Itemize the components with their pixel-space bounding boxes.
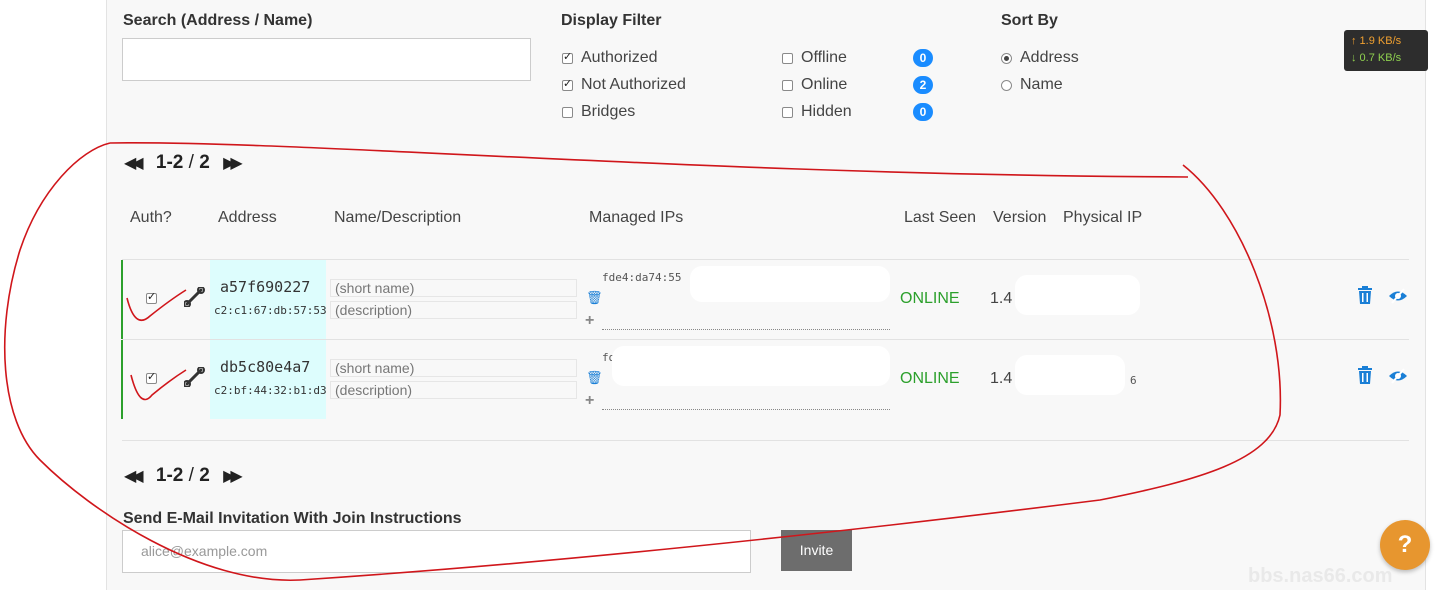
redaction-blur — [612, 346, 890, 386]
pager-separator: / — [188, 152, 194, 173]
next-page-icon[interactable]: ▶▶ — [223, 468, 242, 485]
member-mac: c2:bf:44:32:b1:d3 — [214, 384, 327, 397]
pager-total: 2 — [199, 465, 210, 486]
invite-email-input[interactable]: alice@example.com — [122, 530, 751, 573]
filter-online-label: Online — [801, 76, 848, 93]
row-status-accent — [121, 340, 123, 419]
filter-bridges-label: Bridges — [581, 103, 636, 120]
sort-name-label: Name — [1020, 76, 1063, 93]
header-address[interactable]: Address — [218, 209, 277, 227]
filter-offline-label: Offline — [801, 49, 847, 66]
add-ip-icon[interactable]: + — [585, 392, 594, 410]
filter-not-authorized-label: Not Authorized — [581, 76, 686, 93]
online-count-badge: 2 — [913, 76, 933, 94]
authorize-checkbox[interactable] — [146, 370, 157, 384]
member-address: db5c80e4a7 — [220, 358, 311, 376]
address-cell — [210, 260, 326, 339]
sort-address-radio[interactable] — [1001, 53, 1012, 64]
bridge-wrench-icon[interactable] — [183, 286, 206, 312]
delete-member-icon[interactable] — [1357, 286, 1373, 309]
add-ip-icon[interactable]: + — [585, 312, 594, 330]
pager-top: ◀◀ 1-2 / 2 ▶▶ — [124, 152, 243, 174]
search-label: Search (Address / Name) — [123, 12, 313, 29]
address-cell — [210, 340, 326, 419]
header-name[interactable]: Name/Description — [334, 209, 461, 227]
sort-address-label: Address — [1020, 49, 1079, 66]
member-mac: c2:c1:67:db:57:53 — [214, 304, 327, 317]
filter-hidden-checkbox[interactable] — [782, 107, 793, 118]
hidden-count-badge: 0 — [913, 103, 933, 121]
filter-authorized-checkbox[interactable] — [562, 50, 573, 64]
network-speed-widget: ↑ 1.9 KB/s ↓ 0.7 KB/s — [1344, 30, 1428, 71]
header-last-seen: Last Seen — [904, 209, 977, 226]
online-status: ONLINE — [900, 290, 960, 307]
bridge-wrench-icon[interactable] — [183, 366, 206, 392]
pager-range: 1-2 — [155, 152, 184, 173]
header-managed-ips: Managed IPs — [589, 209, 684, 226]
hide-member-icon[interactable] — [1388, 287, 1408, 310]
member-version: 1.4 — [990, 290, 1013, 307]
upload-speed: ↑ 1.9 KB/s — [1351, 35, 1402, 47]
sort-by-label: Sort By — [1001, 12, 1058, 29]
filter-online-checkbox[interactable] — [782, 80, 793, 91]
add-ip-field[interactable] — [602, 409, 890, 410]
pager-total: 2 — [199, 152, 210, 173]
invite-button[interactable]: Invite — [781, 530, 852, 571]
pager-range: 1-2 — [155, 465, 184, 486]
header-auth[interactable]: Auth? — [130, 209, 172, 227]
search-input[interactable] — [122, 38, 531, 81]
filter-bridges-checkbox[interactable] — [562, 107, 573, 118]
short-name-input[interactable]: (short name) — [330, 279, 577, 297]
next-page-icon[interactable]: ▶▶ — [223, 155, 242, 172]
offline-count-badge: 0 — [913, 49, 933, 67]
member-version: 1.4 — [990, 370, 1013, 387]
prev-page-icon[interactable]: ◀◀ — [124, 155, 143, 172]
delete-ip-icon[interactable]: 🗑 — [586, 370, 603, 386]
pager-separator: / — [188, 465, 194, 486]
description-input[interactable]: (description) — [330, 381, 577, 399]
redaction-blur — [1015, 275, 1140, 315]
header-version: Version — [993, 209, 1047, 226]
filter-hidden-label: Hidden — [801, 103, 852, 120]
filter-offline-checkbox[interactable] — [782, 53, 793, 64]
watermark: bbs.nas66.com — [1248, 565, 1393, 587]
physical-ip: 6 — [1130, 374, 1137, 387]
help-button[interactable]: ? — [1380, 520, 1430, 570]
header-physical-ip: Physical IP — [1063, 209, 1143, 226]
description-input[interactable]: (description) — [330, 301, 577, 319]
table-divider — [122, 440, 1409, 441]
short-name-input[interactable]: (short name) — [330, 359, 577, 377]
download-speed: ↓ 0.7 KB/s — [1351, 52, 1402, 64]
delete-ip-icon[interactable]: 🗑 — [586, 290, 603, 306]
managed-ip: fde4:da74:55 — [602, 271, 682, 284]
display-filter-label: Display Filter — [561, 12, 662, 29]
filter-not-authorized-checkbox[interactable] — [562, 77, 573, 91]
hide-member-icon[interactable] — [1388, 367, 1408, 390]
member-address: a57f690227 — [220, 278, 311, 296]
prev-page-icon[interactable]: ◀◀ — [124, 468, 143, 485]
row-status-accent — [121, 260, 123, 339]
add-ip-field[interactable] — [602, 329, 890, 330]
filter-authorized-label: Authorized — [581, 49, 658, 66]
delete-member-icon[interactable] — [1357, 366, 1373, 389]
authorize-checkbox[interactable] — [146, 290, 157, 304]
pager-bottom: ◀◀ 1-2 / 2 ▶▶ — [124, 465, 243, 487]
sort-name-radio[interactable] — [1001, 80, 1012, 91]
online-status: ONLINE — [900, 370, 960, 387]
redaction-blur — [690, 266, 890, 302]
invite-label: Send E-Mail Invitation With Join Instruc… — [123, 510, 462, 527]
redaction-blur — [1015, 355, 1125, 395]
